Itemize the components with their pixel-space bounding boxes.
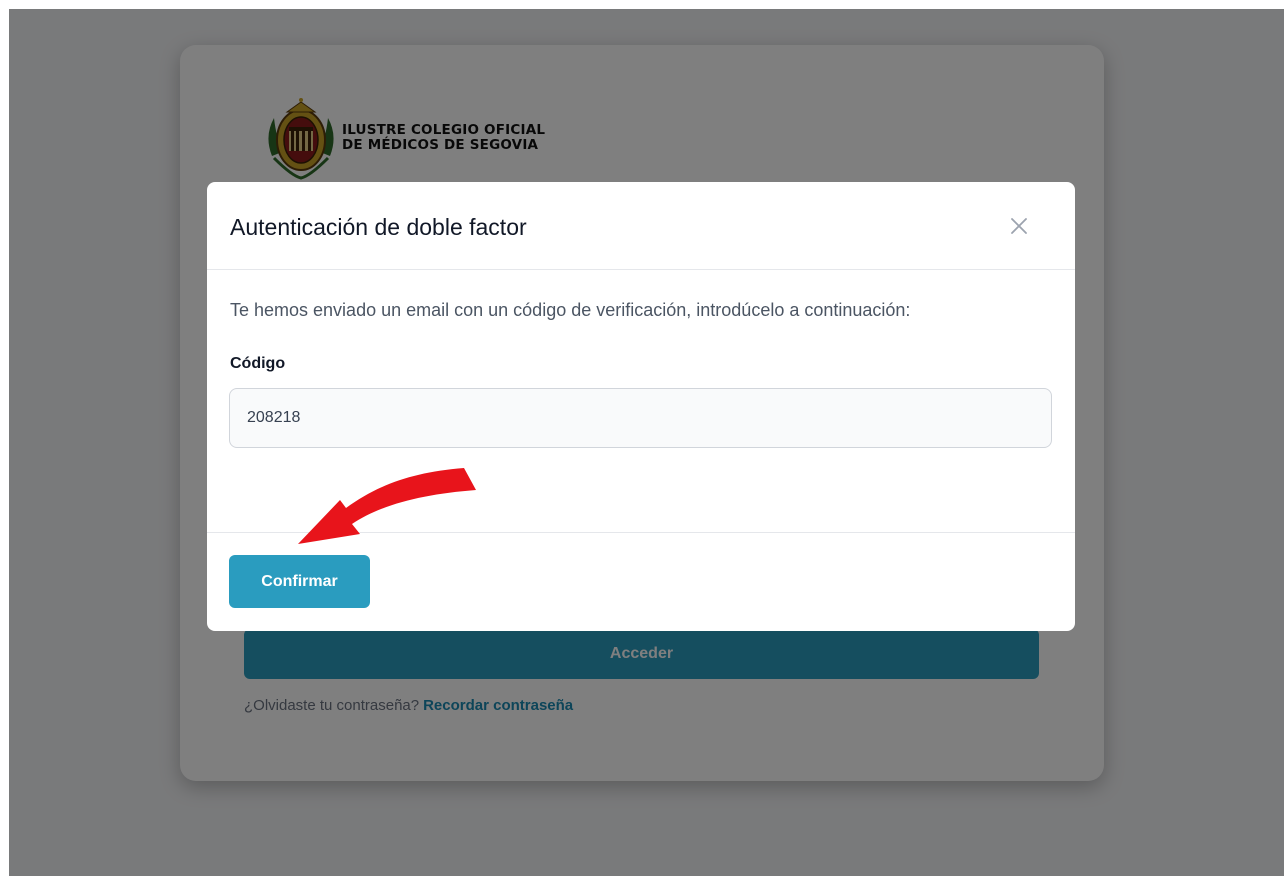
code-input[interactable] [229, 388, 1052, 448]
modal-header: Autenticación de doble factor [207, 182, 1075, 270]
close-icon [1011, 218, 1027, 234]
modal-title: Autenticación de doble factor [230, 214, 527, 240]
code-label: Código [230, 355, 286, 372]
close-button[interactable] [1007, 214, 1031, 238]
modal-description: Te hemos enviado un email con un código … [230, 300, 911, 320]
curved-arrow-icon [298, 468, 476, 544]
page-viewport: ILUSTRE COLEGIO OFICIAL DE MÉDICOS DE SE… [9, 9, 1284, 876]
